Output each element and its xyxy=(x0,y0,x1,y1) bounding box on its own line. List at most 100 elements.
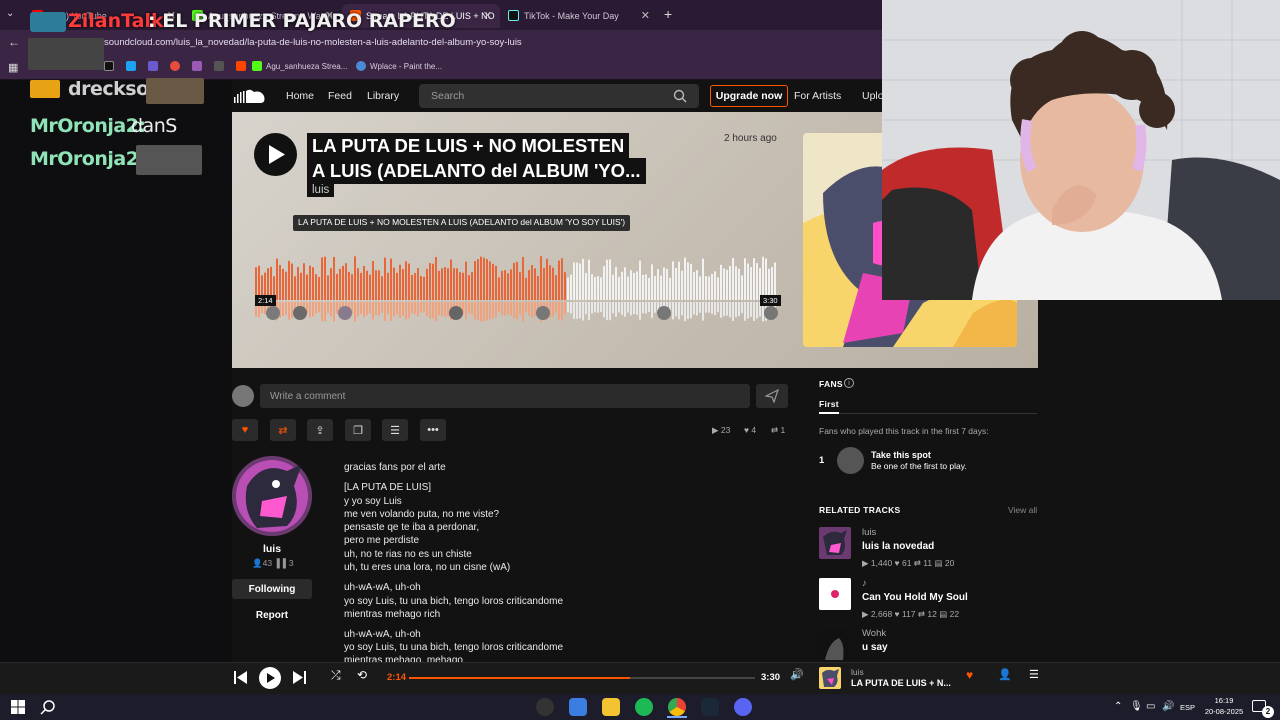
badge-icon xyxy=(30,12,66,32)
tray-chevron-icon[interactable]: ⌃ xyxy=(1114,701,1122,712)
description-line: uh, no te rias no es un chiste xyxy=(344,549,472,560)
search-input[interactable]: Search xyxy=(419,84,699,108)
app-icon[interactable] xyxy=(170,61,180,71)
waveform-bar-reflection xyxy=(744,302,746,321)
add-to-playlist-button[interactable]: ☰ xyxy=(382,419,408,441)
queue-icon[interactable]: ☰ xyxy=(1029,668,1039,681)
repeat-icon[interactable]: ⟲ xyxy=(357,668,367,682)
related-artist[interactable]: Wohk xyxy=(862,628,886,639)
waveform[interactable] xyxy=(255,256,777,324)
language-indicator[interactable]: ESP xyxy=(1180,703,1195,712)
close-icon[interactable]: ✕ xyxy=(641,9,650,22)
related-title[interactable]: luis la novedad xyxy=(862,541,934,552)
tab-list-chevron-icon[interactable]: ⌄ xyxy=(6,8,14,19)
related-title[interactable]: u say xyxy=(862,642,888,653)
copy-link-button[interactable]: ❐ xyxy=(345,419,371,441)
nav-home[interactable]: Home xyxy=(286,90,314,102)
related-track[interactable]: ♪ Can You Hold My Soul ▶ 2,668 ♥ 117 ⇄ 1… xyxy=(819,578,1039,619)
steam-icon[interactable] xyxy=(701,698,719,716)
next-track-icon[interactable] xyxy=(293,671,306,684)
share-button[interactable]: ⇪ xyxy=(307,419,333,441)
tiktok-icon[interactable] xyxy=(104,61,114,71)
comment-marker[interactable] xyxy=(338,306,352,320)
file-explorer-icon[interactable] xyxy=(602,698,620,716)
search-icon[interactable] xyxy=(673,89,687,103)
artist-name[interactable]: luis xyxy=(232,543,312,555)
new-tab-button[interactable]: + xyxy=(664,6,672,22)
view-all-link[interactable]: View all xyxy=(1008,505,1037,515)
twitter-icon[interactable] xyxy=(126,61,136,71)
waveform-bar-reflection xyxy=(513,302,515,319)
search-icon[interactable] xyxy=(40,699,56,715)
nav-feed[interactable]: Feed xyxy=(328,90,352,102)
app-icon[interactable] xyxy=(192,61,202,71)
tab-first[interactable]: First xyxy=(819,399,839,409)
url-field[interactable]: soundcloud.com/luis_la_novedad/la-puta-d… xyxy=(104,37,522,48)
related-artist[interactable]: luis xyxy=(862,527,876,538)
related-track[interactable]: luis luis la novedad ▶ 1,440 ♥ 61 ⇄ 11 ▤… xyxy=(819,527,1039,568)
bookmark-wplace[interactable]: Wplace - Paint the... xyxy=(356,61,442,71)
microphone-icon[interactable]: 🎙 xyxy=(1130,701,1143,712)
discord-icon[interactable] xyxy=(734,698,752,716)
player-like-icon[interactable]: ♥ xyxy=(966,668,973,682)
follow-user-icon[interactable]: 👤 xyxy=(998,668,1012,681)
tab-tiktok[interactable]: TikTok - Make Your Day ✕ xyxy=(500,4,658,28)
comment-marker[interactable] xyxy=(266,306,280,320)
nav-for-artists[interactable]: For Artists xyxy=(794,90,841,102)
shuffle-icon[interactable]: ⤮ xyxy=(331,668,341,683)
report-button[interactable]: Report xyxy=(232,610,312,621)
nav-library[interactable]: Library xyxy=(367,90,399,102)
bookmark-agu[interactable]: Agu_sanhueza Strea... xyxy=(252,61,347,71)
player-progress-track[interactable] xyxy=(409,677,755,679)
waveform-bar xyxy=(606,259,608,300)
network-icon[interactable]: ▭ xyxy=(1146,701,1155,712)
following-button[interactable]: Following xyxy=(232,579,312,599)
like-button[interactable]: ♥ xyxy=(232,419,258,441)
volume-icon[interactable]: 🔊 xyxy=(1162,701,1174,712)
artist-avatar[interactable] xyxy=(232,456,312,536)
player-play-button[interactable] xyxy=(259,667,281,689)
app-icon[interactable] xyxy=(148,61,158,71)
waveform-bar xyxy=(393,267,395,300)
waveform-bar-reflection xyxy=(492,302,494,319)
related-title[interactable]: Can You Hold My Soul xyxy=(862,592,968,603)
play-button[interactable] xyxy=(254,133,297,176)
previous-track-icon[interactable] xyxy=(234,671,247,684)
track-artist-link[interactable]: luis xyxy=(307,183,335,197)
comment-marker[interactable] xyxy=(536,306,550,320)
comment-marker[interactable] xyxy=(657,306,671,320)
apps-grid-icon[interactable]: ▦ xyxy=(8,61,18,74)
waveform-bar-reflection xyxy=(756,302,758,319)
soundcloud-logo-icon[interactable] xyxy=(234,87,266,105)
repost-button[interactable]: ⇄ xyxy=(270,419,296,441)
windows-start-icon[interactable] xyxy=(11,700,25,714)
upgrade-now-button[interactable]: Upgrade now xyxy=(710,85,788,107)
waveform-bar xyxy=(495,265,497,300)
waveform-bar xyxy=(627,276,629,300)
more-button[interactable]: ••• xyxy=(420,419,446,441)
clock-time[interactable]: 16:19 xyxy=(1204,696,1244,705)
comment-marker[interactable] xyxy=(764,306,778,320)
player-artist[interactable]: luis xyxy=(851,667,864,677)
clock-date[interactable]: 20-08-2025 xyxy=(1198,707,1250,716)
back-arrow-icon[interactable]: ← xyxy=(8,35,20,49)
app-store-icon[interactable] xyxy=(569,698,587,716)
comment-marker[interactable] xyxy=(293,306,307,320)
obs-icon[interactable] xyxy=(536,698,554,716)
app-icon[interactable] xyxy=(214,61,224,71)
comment-input[interactable]: Write a comment xyxy=(260,384,750,408)
close-icon[interactable]: ✕ xyxy=(483,9,492,22)
player-title[interactable]: LA PUTA DE LUIS + N... xyxy=(851,678,951,688)
chrome-icon[interactable] xyxy=(668,698,686,716)
spotify-icon[interactable] xyxy=(635,698,653,716)
waveform-bar xyxy=(327,275,329,300)
info-icon[interactable]: i xyxy=(844,378,854,388)
app-icon[interactable] xyxy=(236,61,246,71)
related-track[interactable]: Wohk u say xyxy=(819,628,1039,662)
waveform-bar-reflection xyxy=(480,302,482,322)
waveform-bar xyxy=(744,258,746,300)
comment-marker[interactable] xyxy=(449,306,463,320)
send-comment-button[interactable] xyxy=(756,384,788,408)
related-artist[interactable]: ♪ xyxy=(862,578,867,589)
volume-icon[interactable]: 🔊 xyxy=(790,668,804,681)
